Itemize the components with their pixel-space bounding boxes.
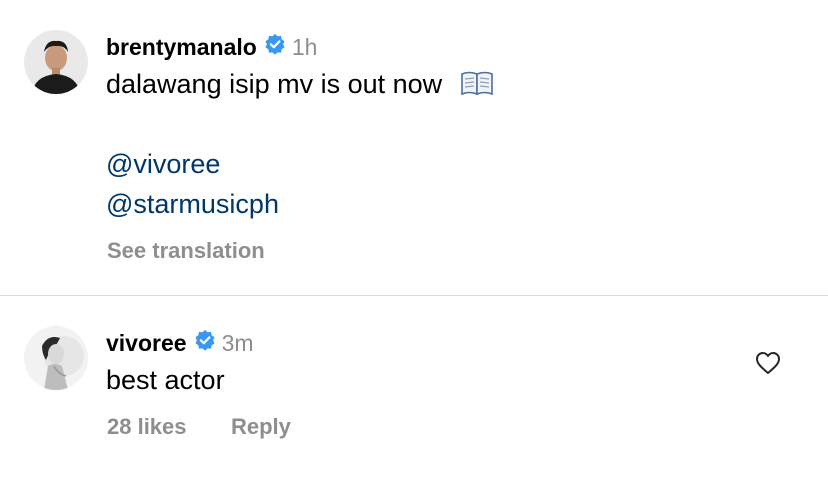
like-heart-icon[interactable] — [755, 351, 781, 380]
comment-username[interactable]: vivoree — [106, 330, 187, 357]
post-caption: dalawang isip mv is out now — [106, 69, 494, 103]
post-username[interactable]: brentymanalo — [106, 34, 257, 61]
reply-button[interactable]: Reply — [231, 414, 291, 440]
comment-timestamp: 3m — [221, 329, 254, 356]
comment-author: vivoree 3m — [106, 329, 254, 357]
post-author: brentymanalo 1h — [106, 33, 317, 61]
mention-link[interactable]: @vivoree — [106, 149, 220, 180]
comment-likes-count[interactable]: 28 likes — [107, 414, 187, 440]
mention-link[interactable]: @starmusicph — [106, 189, 279, 220]
divider — [0, 295, 828, 296]
post-caption-text: dalawang isip mv is out now — [106, 69, 443, 99]
post-avatar[interactable] — [24, 30, 88, 94]
verified-badge-icon — [264, 33, 286, 61]
post-timestamp: 1h — [291, 33, 318, 60]
open-book-icon — [460, 70, 494, 103]
comment-avatar[interactable] — [24, 326, 88, 390]
see-translation-button[interactable]: See translation — [107, 238, 265, 264]
verified-badge-icon — [194, 329, 216, 357]
comment-text: best actor — [106, 365, 225, 395]
